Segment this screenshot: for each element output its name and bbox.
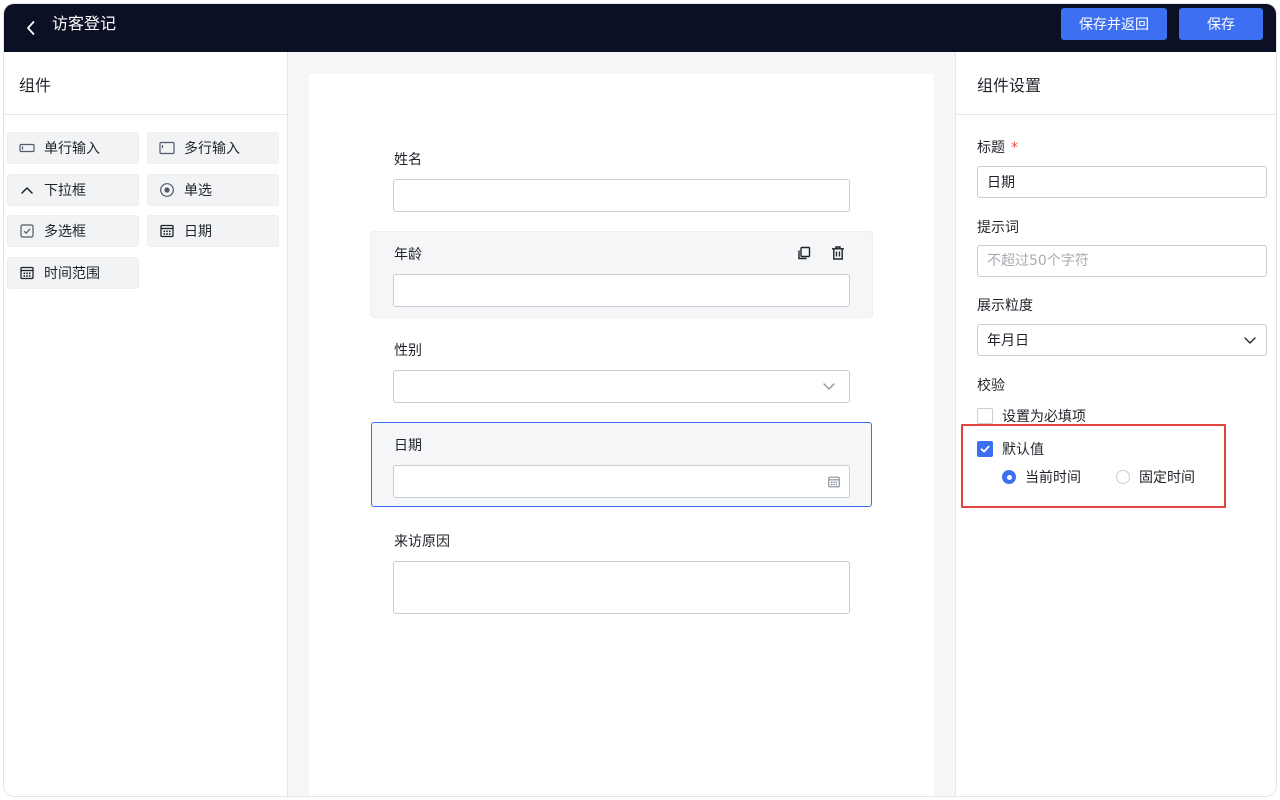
divider: [4, 114, 287, 115]
component-radio[interactable]: 单选: [147, 174, 279, 206]
form-field-label: 日期: [394, 438, 422, 454]
granularity-value: 年月日: [987, 333, 1029, 349]
title-label-text: 标题: [977, 140, 1005, 156]
age-input[interactable]: [393, 274, 850, 307]
component-date[interactable]: 日期: [147, 215, 279, 247]
calendar-icon: [158, 222, 176, 240]
form-field-label: 来访原因: [394, 534, 450, 550]
component-label: 单选: [184, 183, 212, 199]
save-button[interactable]: 保存: [1179, 8, 1263, 40]
top-bar: 访客登记 保存并返回 保存: [4, 4, 1276, 52]
back-button[interactable]: [18, 14, 44, 42]
required-checkbox-label: 设置为必填项: [1002, 409, 1086, 425]
granularity-field-label: 展示粒度: [977, 298, 1033, 314]
required-checkbox[interactable]: 设置为必填项: [977, 406, 1086, 426]
hint-field-label: 提示词: [977, 220, 1019, 236]
component-label: 日期: [184, 224, 212, 240]
form-field-label: 姓名: [394, 152, 422, 168]
highlight-annotation-box: [961, 424, 1226, 508]
app-window: 访客登记 保存并返回 保存 组件 单行输入 多行输入 下拉框 单选 多选框 日期…: [4, 4, 1276, 796]
name-input[interactable]: [393, 179, 850, 212]
save-and-return-button[interactable]: 保存并返回: [1061, 8, 1167, 40]
multi-line-icon: [158, 139, 176, 157]
gender-select[interactable]: [393, 370, 850, 403]
radio-icon: [158, 181, 176, 199]
component-label: 多行输入: [184, 141, 240, 157]
component-label: 下拉框: [44, 183, 86, 199]
single-line-icon: [18, 139, 36, 157]
checkbox-icon: [18, 222, 36, 240]
component-label: 多选框: [44, 224, 86, 240]
validation-label: 校验: [977, 378, 1005, 394]
component-label: 单行输入: [44, 141, 100, 157]
settings-panel-title: 组件设置: [977, 76, 1042, 95]
title-field-label: 标题 *: [977, 137, 1018, 157]
form-field-label: 性别: [394, 343, 422, 359]
visit-reason-textarea[interactable]: [393, 561, 850, 614]
calendar-icon: [18, 264, 36, 282]
chevron-up-icon: [18, 181, 36, 199]
checkbox-box: [977, 408, 993, 424]
hint-input[interactable]: [977, 245, 1267, 277]
component-label: 时间范围: [44, 266, 100, 282]
component-panel-title: 组件: [19, 76, 52, 95]
granularity-select[interactable]: 年月日: [977, 324, 1267, 356]
component-checkbox[interactable]: 多选框: [7, 215, 139, 247]
component-time-range[interactable]: 时间范围: [7, 257, 139, 289]
divider: [956, 114, 1276, 115]
copy-icon[interactable]: [795, 244, 813, 262]
chevron-down-icon: [1244, 337, 1256, 344]
title-input[interactable]: [977, 166, 1267, 198]
calendar-icon: [828, 476, 840, 488]
trash-icon[interactable]: [829, 244, 847, 262]
form-field-label: 年龄: [394, 247, 422, 263]
component-single-line-input[interactable]: 单行输入: [7, 132, 139, 164]
component-multi-line-input[interactable]: 多行输入: [147, 132, 279, 164]
required-star: *: [1011, 140, 1018, 156]
date-input[interactable]: [393, 465, 850, 498]
page-title: 访客登记: [52, 14, 117, 33]
component-panel: 组件 单行输入 多行输入 下拉框 单选 多选框 日期 时间范围: [4, 52, 288, 796]
chevron-left-icon: [27, 21, 35, 35]
component-dropdown[interactable]: 下拉框: [7, 174, 139, 206]
chevron-down-icon: [823, 383, 835, 390]
